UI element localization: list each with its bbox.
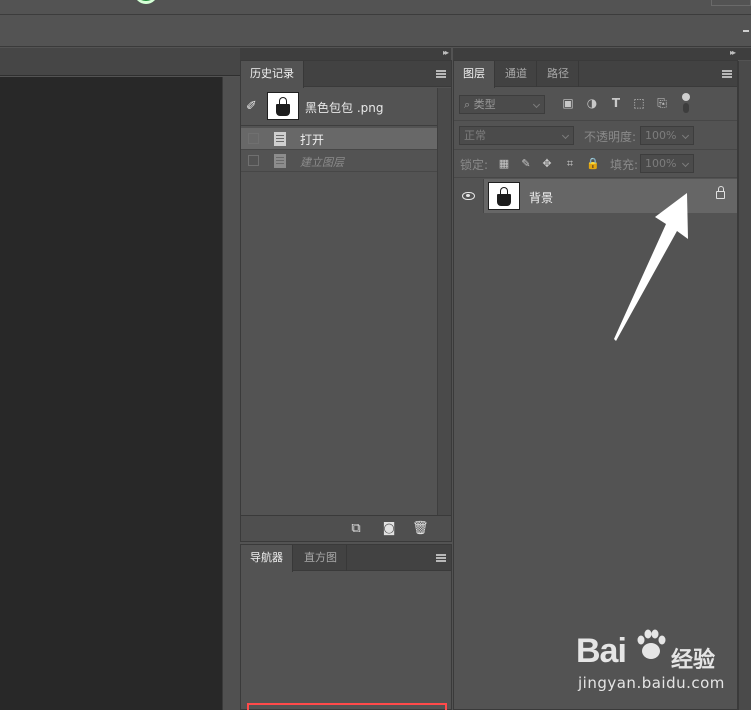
opacity-value: 100%: [645, 129, 677, 142]
layer-name: 背景: [529, 191, 554, 205]
layers-dock-collapse[interactable]: ▸▸: [453, 48, 738, 60]
lock-row: 锁定: ▦ ✎ ✥ ⌗ 🔒 填充: 100%: [454, 150, 737, 178]
layer-filter-row: ⌕ 类型 ▣ ◑ T ⬚ ⎘: [454, 88, 737, 121]
chevron-down-icon: [561, 131, 570, 140]
paw-logo-icon: [637, 629, 666, 659]
layer-filter-value: 类型: [473, 98, 496, 111]
bag-image: [497, 187, 511, 206]
arrow-shape: [614, 193, 688, 341]
application-bar: [0, 0, 751, 15]
history-state-label: 打开: [300, 133, 325, 147]
fill-field[interactable]: 100%: [640, 154, 694, 173]
blend-row: 正常 不透明度: 100%: [454, 122, 737, 150]
history-document-icon: [274, 154, 286, 168]
panel-menu-icon[interactable]: [436, 554, 446, 562]
lock-image-icon[interactable]: ✎: [520, 158, 532, 170]
chevron-down-icon: [681, 159, 690, 168]
tab-navigator[interactable]: 导航器: [241, 545, 293, 572]
new-document-from-state-icon[interactable]: ⧉: [349, 522, 363, 535]
navigator-panel: 导航器 直方图: [240, 544, 452, 710]
layer-filter-select[interactable]: ⌕ 类型: [459, 95, 545, 114]
options-collapse-icon[interactable]: [743, 30, 749, 32]
opacity-field[interactable]: 100%: [640, 126, 694, 145]
options-bar: [0, 16, 751, 47]
panel-menu-icon[interactable]: [722, 70, 732, 78]
history-tabbar: 历史记录: [241, 61, 451, 88]
tab-layers[interactable]: 图层: [454, 61, 495, 88]
watermark: Bai 经验 jingyan.baidu.com: [576, 628, 746, 698]
type-filter-icon[interactable]: T: [609, 96, 623, 110]
watermark-brand: Bai: [576, 632, 627, 670]
watermark-url: jingyan.baidu.com: [578, 674, 725, 692]
layers-panel: 图层 通道 路径 ⌕ 类型 ▣ ◑ T ⬚ ⎘ 正常 不透明度: 100% 锁定…: [453, 60, 738, 710]
canvas-area[interactable]: [0, 77, 222, 710]
lock-artboard-icon[interactable]: ⌗: [564, 158, 576, 170]
trash-icon[interactable]: 🗑: [412, 522, 429, 535]
watermark-brand-cn: 经验: [671, 648, 716, 673]
smart-object-filter-icon[interactable]: ⎘: [655, 96, 669, 110]
layers-tabbar: 图层 通道 路径: [454, 61, 737, 88]
opacity-label: 不透明度:: [584, 130, 637, 144]
tab-paths[interactable]: 路径: [538, 61, 579, 87]
chevron-down-icon: [681, 131, 690, 140]
tab-history[interactable]: 历史记录: [241, 61, 304, 88]
history-scrollbar[interactable]: [437, 88, 451, 515]
workspace-switcher[interactable]: [711, 0, 751, 6]
navigator-view-box[interactable]: [247, 703, 447, 710]
annotation-arrow: [614, 193, 688, 341]
history-brush-source-icon[interactable]: ✐: [246, 100, 262, 114]
right-panel-strip: [738, 61, 751, 710]
lock-transparent-icon[interactable]: ▦: [498, 158, 510, 170]
canvas-scrollbar[interactable]: [222, 77, 240, 710]
chevron-down-icon: [532, 100, 541, 109]
history-panel: 历史记录 ✐ 黑色包包 .png 打开 建立图层 ⧉ ◙ 🗑: [240, 60, 452, 542]
bag-image: [276, 97, 290, 116]
blend-mode-value: 正常: [464, 129, 486, 142]
image-filter-icon[interactable]: ▣: [561, 96, 575, 110]
lock-all-icon[interactable]: 🔒: [586, 158, 600, 170]
collapse-panels-icon: ▸▸: [442, 48, 449, 57]
history-footer: ⧉ ◙ 🗑: [241, 515, 451, 541]
navigator-tabbar: 导航器 直方图: [241, 545, 451, 572]
history-document-icon: [274, 132, 286, 146]
history-brush-checkbox[interactable]: [248, 155, 259, 166]
lock-icon[interactable]: [716, 186, 725, 199]
filter-toggle-icon[interactable]: [682, 93, 690, 113]
navigator-preview[interactable]: [241, 572, 451, 710]
collapse-panels-icon: ▸▸: [729, 48, 736, 57]
blend-mode-select[interactable]: 正常: [459, 126, 574, 145]
history-dock-collapse[interactable]: ▸▸: [240, 48, 451, 60]
history-state-label: 建立图层: [300, 156, 344, 169]
lock-position-icon[interactable]: ✥: [541, 158, 553, 170]
tab-histogram[interactable]: 直方图: [295, 545, 347, 571]
visibility-toggle[interactable]: [454, 179, 484, 213]
lock-label: 锁定:: [460, 158, 489, 172]
app-logo-icon: [134, 0, 158, 4]
search-icon: ⌕: [464, 98, 471, 111]
fill-label: 填充:: [610, 158, 639, 172]
history-brush-checkbox[interactable]: [248, 133, 259, 144]
document-tab-strip: [0, 48, 240, 76]
right-dock-collapse[interactable]: [738, 48, 751, 60]
panel-menu-icon[interactable]: [436, 70, 446, 78]
history-snapshot[interactable]: ✐ 黑色包包 .png: [241, 88, 437, 126]
snapshot-label: 黑色包包 .png: [305, 101, 384, 115]
snapshot-thumbnail: [267, 92, 299, 120]
shape-filter-icon[interactable]: ⬚: [632, 96, 646, 110]
eye-icon: [462, 192, 475, 200]
history-state-row[interactable]: 打开: [241, 128, 437, 150]
adjustment-filter-icon[interactable]: ◑: [585, 96, 599, 110]
history-state-row[interactable]: 建立图层: [241, 150, 437, 172]
snapshot-camera-icon[interactable]: ◙: [382, 522, 396, 535]
layer-thumbnail: [488, 182, 520, 210]
fill-value: 100%: [645, 157, 677, 170]
tab-channels[interactable]: 通道: [496, 61, 537, 87]
